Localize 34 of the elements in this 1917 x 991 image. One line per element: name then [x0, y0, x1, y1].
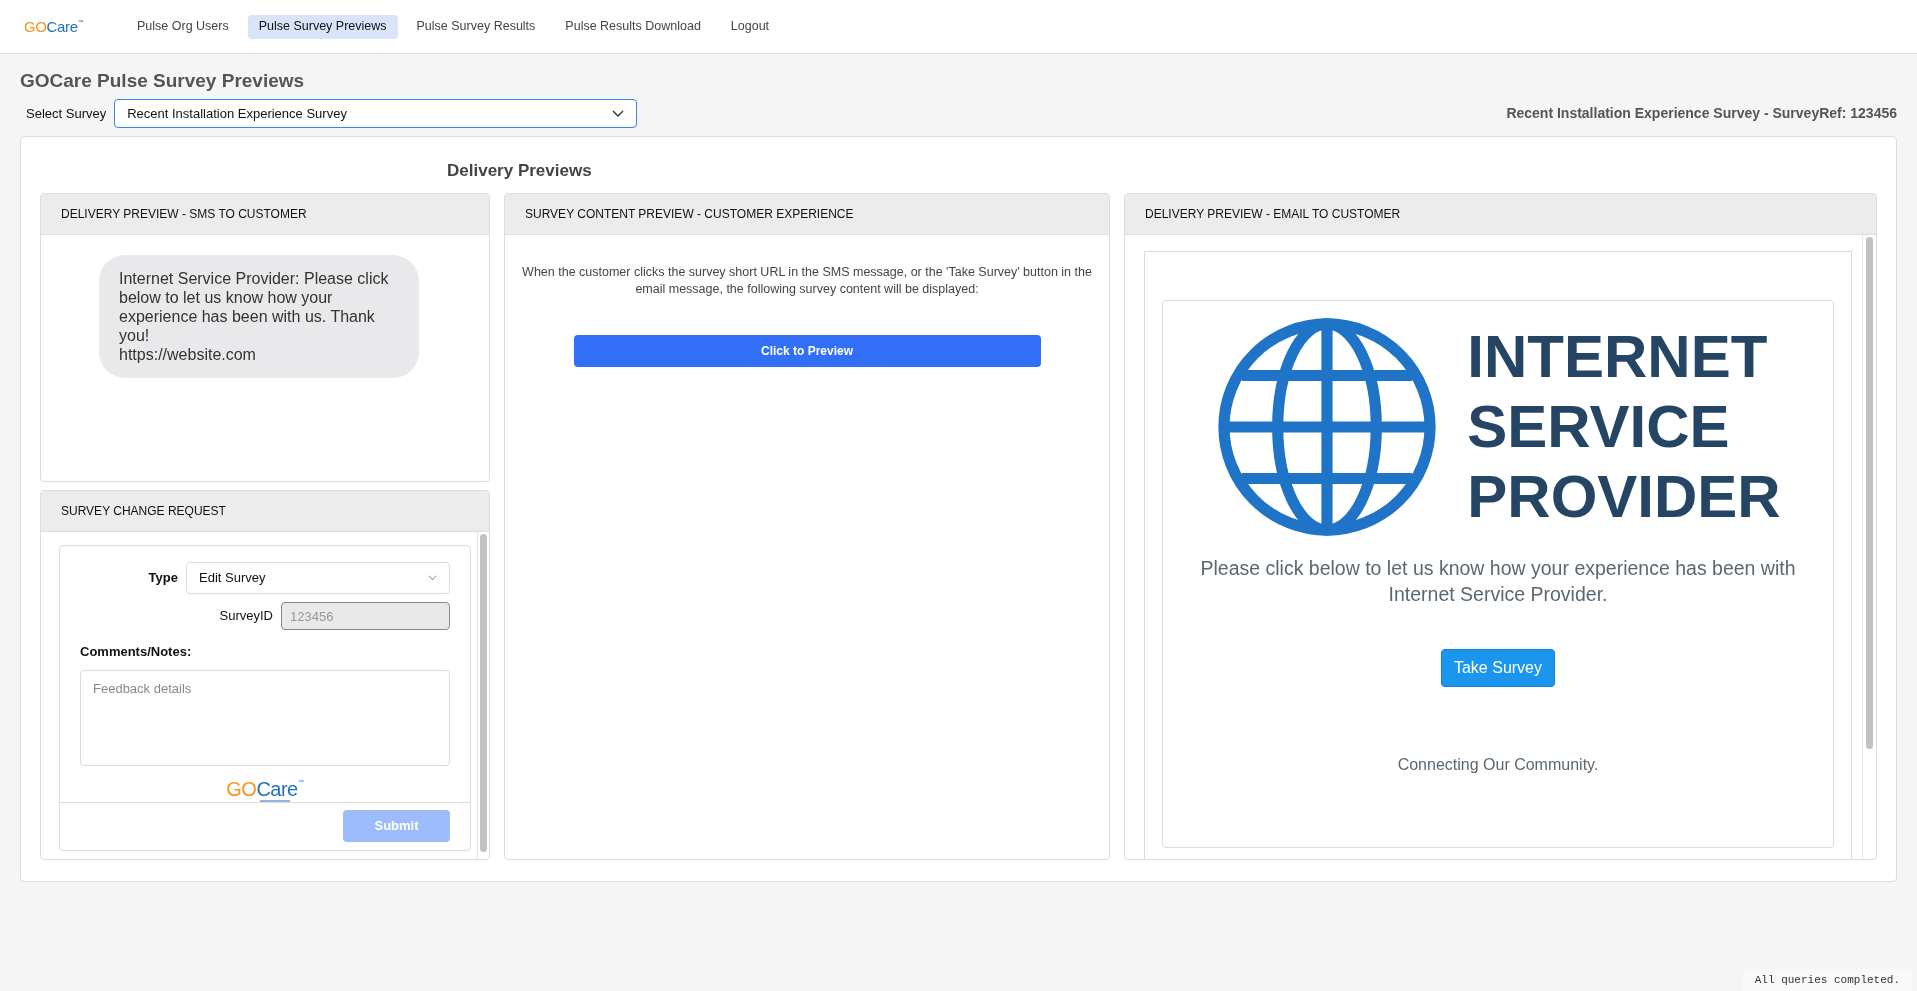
brand-name-line: SERVICE: [1467, 391, 1731, 462]
content-description: When the customer clicks the survey short URL in the SMS message, or the 'Take Survey' button in the email message, the following survey content will be displayed:: [521, 263, 1093, 298]
comments-field[interactable]: Feedback details: [80, 669, 450, 766]
survey-reference: Recent Installation Experience Survey - SurveyRef: 123456: [1506, 104, 1897, 123]
survey-id-label: SurveyID: [219, 607, 273, 626]
nav-tab[interactable]: Logout: [719, 14, 781, 39]
panel-header: SURVEY CONTENT PREVIEW - CUSTOMER EXPERIENCE: [505, 193, 1109, 235]
preview-button[interactable]: Click to Preview: [573, 334, 1041, 367]
email-message: Please click below to let us know how your experience has been with Internet Service Provider.: [1199, 555, 1797, 607]
chevron-down-icon: [428, 575, 437, 581]
nav-tab[interactable]: Pulse Survey Results: [405, 14, 547, 39]
section-title: Delivery Previews: [447, 159, 593, 180]
nav-tab[interactable]: Pulse Results Download: [554, 14, 712, 39]
panel-header: DELIVERY PREVIEW - SMS TO CUSTOMER: [41, 193, 489, 235]
panel-header: SURVEY CHANGE REQUEST: [41, 491, 489, 532]
select-label: Select Survey: [26, 104, 107, 123]
scrollbar-thumb[interactable]: [1866, 236, 1873, 749]
type-label: Type: [148, 569, 178, 588]
nav-tab[interactable]: Pulse Survey Previews: [247, 14, 398, 39]
sms-bubble: Internet Service Provider: Please click below to let us know how your experience has been with us. Thank you! https://website.com: [99, 254, 419, 378]
page-title: GOCare Pulse Survey Previews: [20, 69, 306, 93]
scrollbar-thumb[interactable]: [480, 534, 487, 852]
survey-select[interactable]: Recent Installation Experience Survey: [114, 99, 638, 128]
brand-name-line: PROVIDER: [1467, 461, 1781, 532]
nav-tab[interactable]: Pulse Org Users: [126, 14, 240, 39]
chevron-down-icon: [612, 109, 625, 118]
panel-header: DELIVERY PREVIEW - EMAIL TO CUSTOMER: [1125, 193, 1876, 235]
brand-name-line: INTERNET: [1467, 321, 1769, 392]
comments-label: Comments/Notes:: [80, 643, 193, 661]
logo-text: GOCare: [24, 19, 78, 34]
logo-text: GOCare: [226, 778, 298, 799]
email-footer: Connecting Our Community.: [1397, 752, 1599, 777]
status-message: All queries completed.: [1742, 968, 1912, 991]
type-select[interactable]: Edit Survey: [186, 562, 450, 594]
